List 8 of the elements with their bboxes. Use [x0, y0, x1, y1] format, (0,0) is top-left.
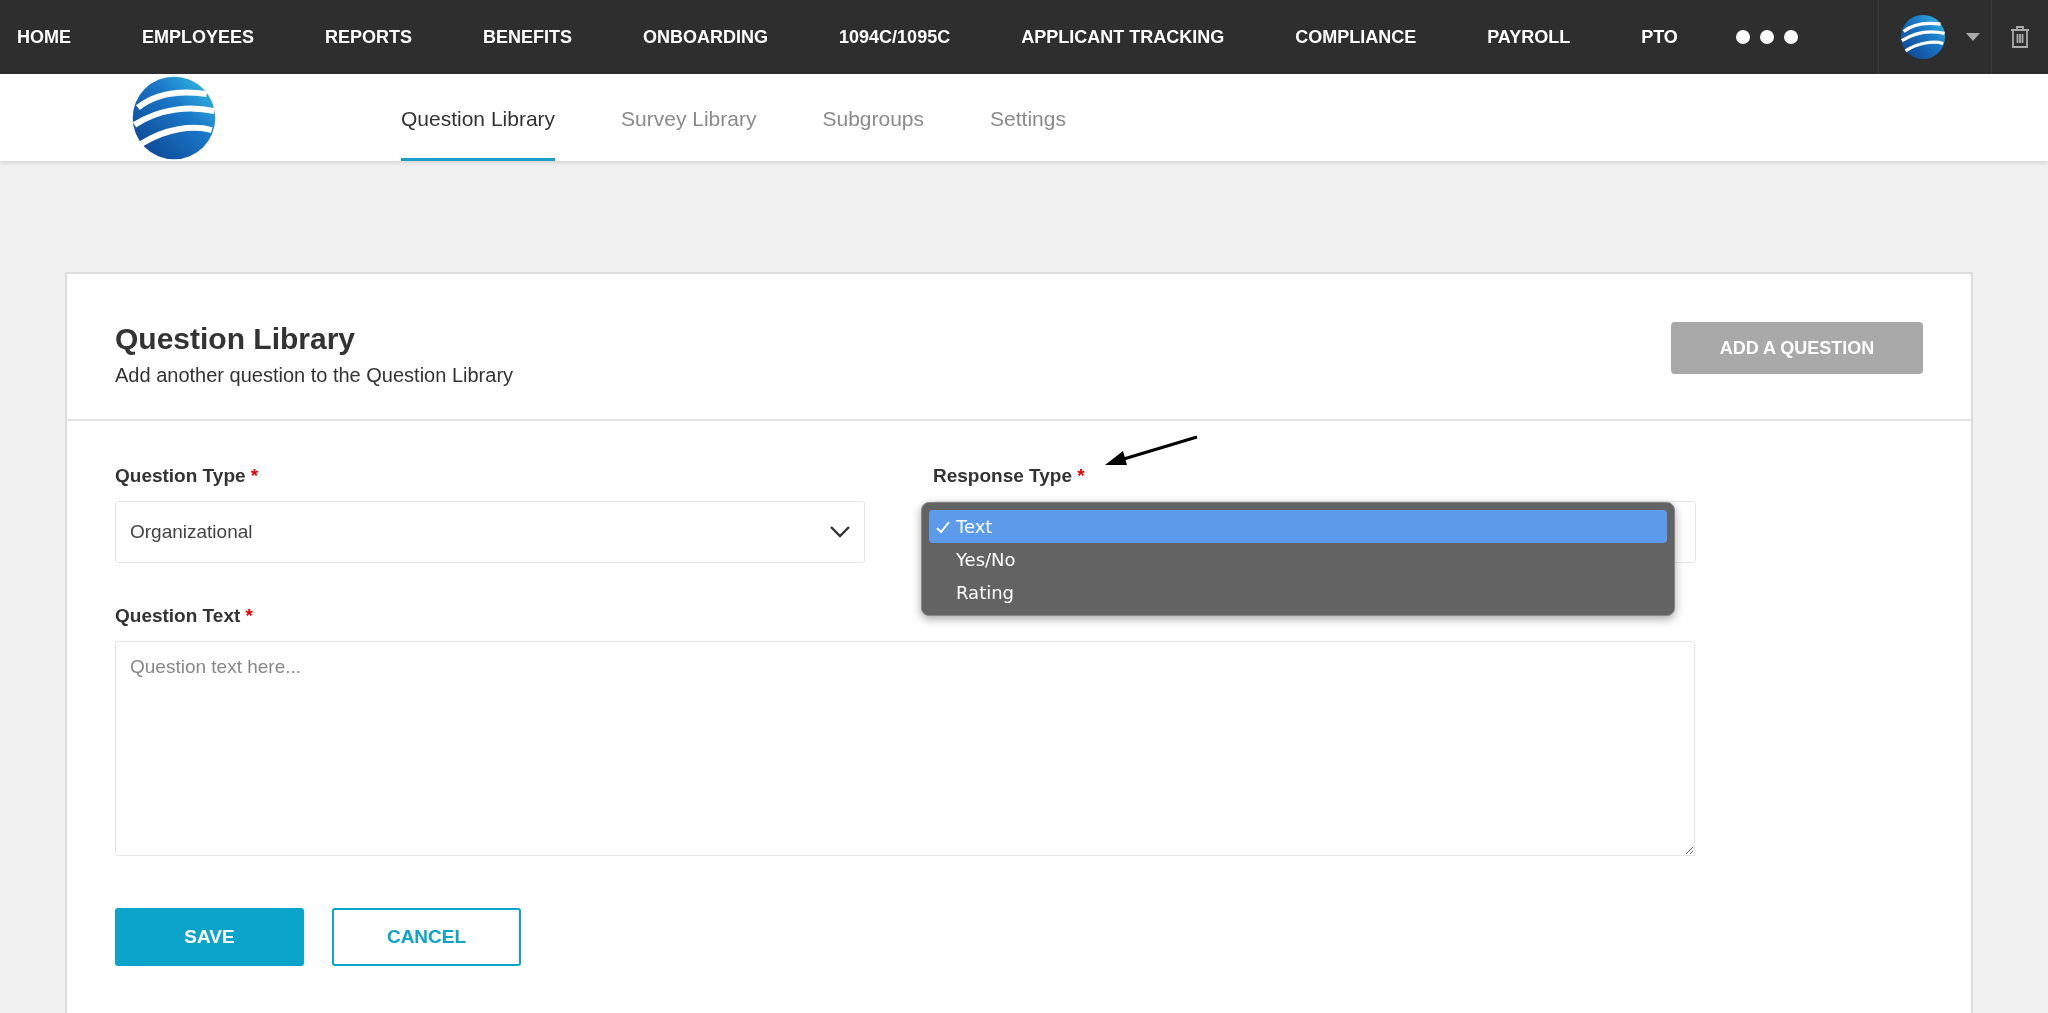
- required-mark: *: [250, 465, 259, 486]
- field-label: Question Text: [115, 605, 241, 626]
- card-subtitle: Add another question to the Question Library: [115, 364, 514, 387]
- required-mark: *: [245, 605, 253, 626]
- field-label: Response Type: [933, 465, 1073, 486]
- required-mark: *: [1077, 465, 1085, 486]
- card-title: Question Library: [115, 322, 357, 356]
- field-label: Question Type: [115, 465, 246, 486]
